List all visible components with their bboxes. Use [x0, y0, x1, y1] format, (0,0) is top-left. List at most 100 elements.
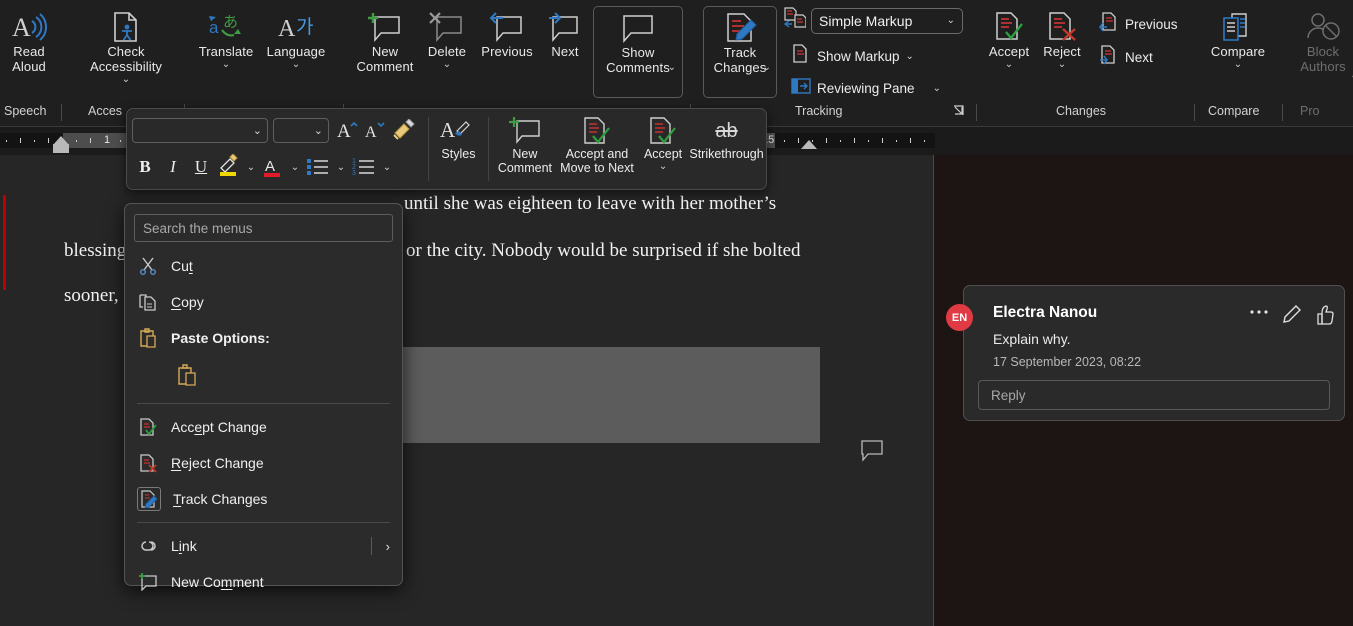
next-comment-button[interactable]: Next — [543, 6, 587, 59]
compare-button[interactable]: Compare ⌄ — [1202, 6, 1274, 70]
show-comments-button[interactable]: Show Comments ⌄ — [593, 6, 683, 98]
dialog-launcher-icon[interactable] — [953, 105, 966, 121]
new-comment-button[interactable]: New Comment — [350, 6, 420, 74]
more-options-icon[interactable] — [1248, 304, 1270, 320]
ctx-new-comment-item[interactable]: New Comment — [125, 564, 402, 600]
font-name-combo[interactable]: ⌄ — [132, 118, 268, 143]
previous-comment-button[interactable]: Previous — [474, 6, 540, 59]
chevron-down-icon[interactable]: ⌄ — [668, 63, 676, 73]
accept-and-move-to-next-button[interactable]: Accept and Move to Next — [555, 109, 639, 189]
display-for-review-row[interactable]: Simple Markup ⌄ — [784, 7, 963, 34]
block-authors-icon — [1304, 10, 1342, 44]
styles-button[interactable]: A Styles — [435, 109, 482, 189]
chevron-down-icon[interactable]: ⌄ — [1005, 60, 1013, 70]
reject-button[interactable]: Reject ⌄ — [1036, 6, 1088, 70]
reviewing-pane-label: Reviewing Pane — [817, 81, 915, 96]
next-comment-icon — [545, 10, 585, 44]
chevron-down-icon[interactable]: ⌄ — [947, 15, 955, 26]
comments-pane[interactable]: EN Electra Nanou Explain w — [933, 155, 1353, 626]
comment-balloon-icon[interactable] — [860, 439, 886, 463]
check-accessibility-button[interactable]: Check Accessibility ⌄ — [74, 6, 178, 85]
chevron-down-icon[interactable]: ⌄ — [763, 63, 771, 73]
svg-text:A: A — [440, 118, 456, 142]
chevron-down-icon[interactable]: ⌄ — [334, 152, 348, 182]
display-for-review-combo[interactable]: Simple Markup ⌄ — [811, 8, 963, 34]
comment-card[interactable]: EN Electra Nanou Explain w — [963, 285, 1345, 421]
track-changes-label: Track Changes — [714, 45, 767, 75]
highlight-icon[interactable] — [216, 152, 242, 182]
delete-comment-label: Delete — [428, 44, 466, 59]
chevron-down-icon[interactable]: ⌄ — [380, 152, 394, 182]
edit-pencil-icon[interactable] — [1282, 304, 1302, 324]
ctx-accept-change-item[interactable]: Accept Change — [125, 409, 402, 445]
chevron-down-icon[interactable]: ⌄ — [906, 51, 914, 62]
grow-font-icon[interactable]: A — [335, 115, 361, 145]
ctx-cut-item[interactable]: Cut — [125, 248, 402, 284]
group-label-accessibility: Acces — [88, 104, 122, 118]
translate-button[interactable]: a あ Translate ⌄ — [192, 6, 260, 70]
group-label-changes: Changes — [1056, 104, 1106, 118]
group-label-speech: Speech — [4, 104, 46, 118]
delete-comment-icon — [427, 10, 467, 44]
display-for-review-value: Simple Markup — [819, 13, 912, 29]
read-aloud-button[interactable]: A Read Aloud — [4, 6, 54, 74]
chevron-right-icon[interactable]: › — [386, 539, 390, 554]
search-the-menus-input[interactable]: Search the menus — [134, 214, 393, 242]
bold-icon[interactable]: B — [132, 152, 158, 182]
context-menu[interactable]: Search the menus Cut Copy — [124, 203, 403, 586]
right-indent-marker[interactable] — [801, 140, 817, 149]
font-size-combo[interactable]: ⌄ — [273, 118, 329, 143]
previous-comment-label: Previous — [481, 44, 532, 59]
ctx-copy-item[interactable]: Copy — [125, 284, 402, 320]
next-change-button[interactable]: Next — [1094, 43, 1158, 72]
mini-accept-button[interactable]: Accept ⌄ — [639, 109, 687, 189]
next-change-label: Next — [1125, 50, 1153, 65]
italic-icon[interactable]: I — [160, 152, 186, 182]
chevron-down-icon[interactable]: ⌄ — [222, 60, 230, 70]
compare-icon — [1219, 10, 1257, 44]
comment-reply-input[interactable]: Reply — [978, 380, 1330, 410]
new-comment-icon — [505, 115, 545, 147]
font-color-icon[interactable]: A — [260, 152, 286, 182]
chevron-down-icon[interactable]: ⌄ — [253, 124, 262, 137]
ctx-track-changes-item[interactable]: Track Changes — [125, 481, 402, 517]
resolve-thumbsup-icon[interactable] — [1316, 304, 1336, 326]
bullets-icon[interactable] — [304, 152, 332, 182]
paste-icon — [137, 328, 159, 348]
underline-icon[interactable]: U — [188, 152, 214, 182]
ctx-copy-label: Copy — [171, 294, 204, 310]
chevron-down-icon[interactable]: ⌄ — [443, 60, 451, 70]
chevron-down-icon[interactable]: ⌄ — [1234, 60, 1242, 70]
show-markup-label: Show Markup — [817, 49, 900, 64]
context-menu-divider — [137, 403, 390, 404]
show-markup-button[interactable]: Show Markup ⌄ — [786, 42, 919, 71]
previous-change-button[interactable]: Previous — [1094, 10, 1183, 39]
format-painter-icon[interactable] — [391, 115, 417, 145]
chevron-down-icon[interactable]: ⌄ — [1350, 71, 1353, 81]
block-authors-button[interactable]: Block Authors ⌄ — [1290, 6, 1353, 74]
chevron-down-icon[interactable]: ⌄ — [244, 152, 258, 182]
chevron-down-icon[interactable]: ⌄ — [292, 60, 300, 70]
chevron-down-icon[interactable]: ⌄ — [314, 124, 323, 137]
ctx-reject-change-item[interactable]: Reject Change — [125, 445, 402, 481]
mini-new-comment-button[interactable]: New Comment — [495, 109, 555, 189]
chevron-down-icon[interactable]: ⌄ — [659, 162, 667, 172]
strikethrough-button[interactable]: ab Strikethrough — [687, 109, 766, 189]
delete-comment-button[interactable]: Delete ⌄ — [420, 6, 474, 70]
track-changes-button[interactable]: Track Changes ⌄ — [703, 6, 777, 98]
chevron-down-icon[interactable]: ⌄ — [288, 152, 302, 182]
comment-date: 17 September 2023, 08:22 — [993, 355, 1141, 369]
mini-format-toolbar[interactable]: ⌄ ⌄ A A — [126, 108, 767, 190]
numbering-icon[interactable]: 1 2 3 — [350, 152, 378, 182]
ctx-link-item[interactable]: Link › — [125, 528, 402, 564]
ctx-paste-options-item: Paste Options: — [125, 320, 402, 356]
chevron-down-icon[interactable]: ⌄ — [1058, 60, 1066, 70]
language-button[interactable]: A 가 Language ⌄ — [260, 6, 332, 70]
accept-button[interactable]: Accept ⌄ — [983, 6, 1035, 70]
chevron-down-icon[interactable]: ⌄ — [933, 83, 941, 94]
left-indent-box[interactable] — [53, 144, 69, 153]
chevron-down-icon[interactable]: ⌄ — [122, 75, 130, 85]
ctx-paste-keep-text-only-item[interactable] — [125, 356, 402, 398]
shrink-font-icon[interactable]: A — [363, 115, 389, 145]
reviewing-pane-button[interactable]: Reviewing Pane ⌄ — [786, 74, 946, 103]
